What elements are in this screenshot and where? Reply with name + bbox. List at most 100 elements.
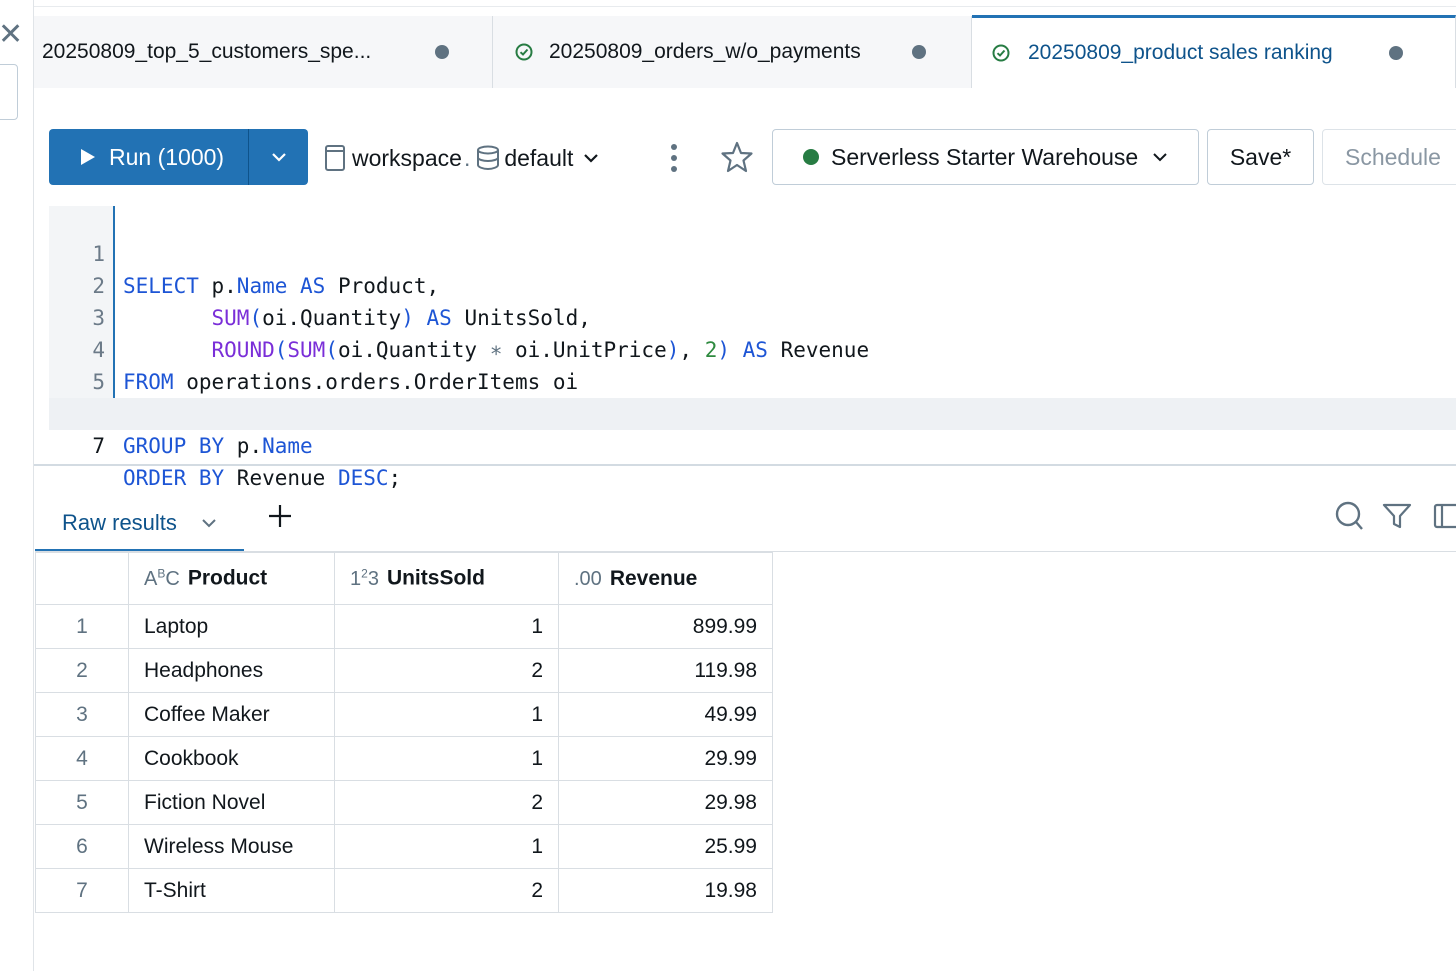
row-index: 5 — [35, 780, 129, 825]
cell-unitssold[interactable]: 1 — [334, 736, 559, 781]
check-circle-icon — [992, 44, 1010, 62]
cell-product[interactable]: Cookbook — [128, 736, 335, 781]
column-label: Revenue — [609, 566, 698, 590]
code-line: 6 GROUP BY p.Name — [49, 366, 1456, 458]
chevron-down-icon[interactable] — [201, 518, 217, 528]
cell-revenue[interactable]: 49.99 — [558, 692, 773, 737]
cell-product[interactable]: Laptop — [128, 604, 335, 649]
unsaved-dot-icon — [1389, 46, 1403, 60]
cell-product[interactable]: Wireless Mouse — [128, 824, 335, 869]
unsaved-dot-icon — [912, 45, 926, 59]
tab-orders-without-payments[interactable]: 20250809_orders_w/o_payments — [493, 16, 972, 88]
unsaved-dot-icon — [435, 45, 449, 59]
cell-unitssold[interactable]: 2 — [334, 648, 559, 693]
code-line: 1 SELECT p.Name AS Product, — [49, 206, 1456, 298]
star-icon[interactable] — [720, 140, 754, 174]
catalog-schema-selector[interactable]: workspace . default — [324, 140, 599, 176]
cell-unitssold[interactable]: 1 — [334, 692, 559, 737]
column-header-product[interactable]: ABC Product — [128, 552, 335, 605]
column-label: UnitsSold — [386, 566, 485, 590]
warehouse-status-icon — [803, 149, 819, 165]
separator-dot: . — [463, 144, 471, 171]
add-visualization-icon[interactable] — [266, 502, 294, 530]
catalog-icon — [325, 145, 345, 171]
code-line: 5 JOIN operations.orders.Products p ON o… — [49, 334, 1456, 426]
tab-product-sales-ranking[interactable]: 20250809_product sales ranking — [972, 15, 1456, 88]
tab-raw-results[interactable]: Raw results — [35, 496, 244, 552]
integer-type-icon: 123 — [350, 566, 379, 590]
left-panel-button[interactable] — [0, 64, 18, 120]
string-type-icon: ABC — [144, 566, 180, 590]
row-index-header — [35, 552, 129, 605]
cell-product[interactable]: T-Shirt — [128, 868, 335, 913]
results-tab-label: Raw results — [62, 509, 177, 535]
save-button[interactable]: Save* — [1207, 129, 1314, 185]
table-row: 1 Laptop 1 899.99 — [35, 604, 773, 649]
row-index: 4 — [35, 736, 129, 781]
cell-unitssold[interactable]: 1 — [334, 824, 559, 869]
code-line: 2 SUM(oi.Quantity) AS UnitsSold, — [49, 238, 1456, 330]
table-row: 3 Coffee Maker 1 49.99 — [35, 692, 773, 737]
column-label: Product — [187, 566, 268, 590]
run-options-dropdown[interactable] — [249, 129, 308, 185]
filter-icon[interactable] — [1382, 502, 1412, 530]
check-circle-icon — [515, 43, 533, 61]
tab-label: 20250809_top_5_customers_spe... — [42, 40, 372, 63]
tab-top-5-customers[interactable]: 20250809_top_5_customers_spe... — [34, 16, 493, 88]
panel-toggle-icon[interactable] — [1432, 502, 1456, 530]
cell-revenue[interactable]: 899.99 — [558, 604, 773, 649]
top-divider — [34, 6, 1456, 7]
code-line: 3 ROUND(SUM(oi.Quantity ∗ oi.UnitPrice),… — [49, 270, 1456, 362]
cell-revenue[interactable]: 29.98 — [558, 780, 773, 825]
row-index: 7 — [35, 868, 129, 913]
play-icon — [81, 149, 95, 165]
database-icon — [477, 145, 500, 171]
close-icon[interactable]: ✕ — [0, 20, 23, 50]
cell-revenue[interactable]: 19.98 — [558, 868, 773, 913]
editor-results-splitter[interactable] — [34, 464, 1456, 466]
code-text: GROUP BY p.Name — [123, 434, 313, 458]
decimal-type-icon: .00 — [574, 567, 602, 590]
run-button[interactable]: Run (1000) — [49, 129, 249, 185]
cell-product[interactable]: Headphones — [128, 648, 335, 693]
schema-name: default — [504, 144, 574, 171]
cell-unitssold[interactable]: 2 — [334, 780, 559, 825]
table-row: 6 Wireless Mouse 1 25.99 — [35, 824, 773, 869]
cell-unitssold[interactable]: 2 — [334, 868, 559, 913]
warehouse-selector[interactable]: Serverless Starter Warehouse — [772, 129, 1199, 185]
column-header-unitssold[interactable]: 123 UnitsSold — [334, 552, 559, 605]
code-line-current: 7 ORDER BY Revenue DESC; — [49, 398, 1456, 490]
more-options-icon[interactable] — [664, 142, 684, 174]
cell-product[interactable]: Fiction Novel — [128, 780, 335, 825]
cell-unitssold[interactable]: 1 — [334, 604, 559, 649]
tab-label: 20250809_orders_w/o_payments — [549, 40, 861, 63]
table-row: 7 T-Shirt 2 19.98 — [35, 868, 773, 913]
tab-label: 20250809_product sales ranking — [1028, 41, 1333, 64]
chevron-down-icon — [1153, 153, 1167, 162]
search-icon[interactable] — [1334, 500, 1364, 532]
sql-editor[interactable]: 1 SELECT p.Name AS Product, 2 SUM(oi.Qua… — [49, 206, 1456, 490]
row-index: 1 — [35, 604, 129, 649]
cell-product[interactable]: Coffee Maker — [128, 692, 335, 737]
run-label: Run (1000) — [109, 143, 225, 170]
chevron-down-icon — [584, 154, 599, 163]
table-row: 2 Headphones 2 119.98 — [35, 648, 773, 693]
warehouse-name: Serverless Starter Warehouse — [831, 143, 1139, 170]
results-table: ABC Product 123 UnitsSold .00 Revenue 1 Lap… — [35, 552, 773, 913]
code-line: 4 FROM operations.orders.OrderItems oi — [49, 302, 1456, 394]
cell-revenue[interactable]: 29.99 — [558, 736, 773, 781]
code-text: ORDER BY Revenue DESC; — [123, 466, 402, 490]
column-header-revenue[interactable]: .00 Revenue — [558, 552, 773, 605]
run-button-group: Run (1000) — [49, 129, 308, 185]
query-tab-bar: 20250809_top_5_customers_spe... 20250809… — [34, 15, 1456, 88]
cell-revenue[interactable]: 119.98 — [558, 648, 773, 693]
table-row: 5 Fiction Novel 2 29.98 — [35, 780, 773, 825]
table-row: 4 Cookbook 1 29.99 — [35, 736, 773, 781]
cell-revenue[interactable]: 25.99 — [558, 824, 773, 869]
row-index: 6 — [35, 824, 129, 869]
line-number: 7 — [92, 434, 105, 458]
chevron-down-icon — [271, 153, 286, 162]
catalog-name: workspace — [352, 144, 462, 171]
schedule-button[interactable]: Schedule — [1322, 129, 1456, 185]
row-index: 3 — [35, 692, 129, 737]
